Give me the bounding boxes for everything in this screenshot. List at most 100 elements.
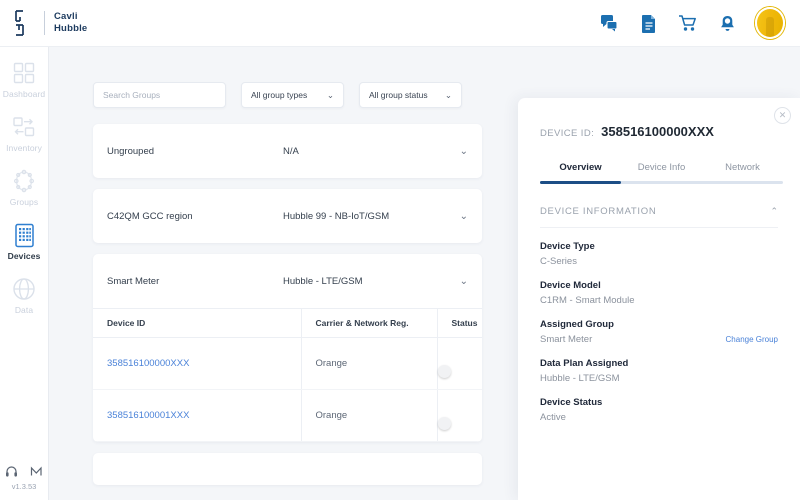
- search-groups-input[interactable]: [93, 82, 226, 108]
- sidebar-footer: v1.3.53: [0, 464, 49, 500]
- close-icon[interactable]: ✕: [774, 107, 791, 124]
- group-card-header[interactable]: Smart Meter Hubble - LTE/GSM ⌄: [93, 254, 482, 308]
- field-device-status: Device Status Active: [540, 397, 778, 423]
- sidebar-footer-icons: [5, 464, 44, 478]
- field-value: Smart Meter: [540, 334, 592, 345]
- cell-carrier: Orange: [301, 390, 437, 442]
- field-device-model: Device Model C1RM - Smart Module: [540, 280, 778, 306]
- device-id-link[interactable]: 358516100001XXX: [107, 410, 189, 421]
- chat-icon[interactable]: [599, 12, 621, 34]
- mail-icon[interactable]: [30, 464, 44, 478]
- table-row[interactable]: 358516100001XXX Orange: [93, 390, 482, 442]
- chevron-down-icon[interactable]: ⌄: [460, 146, 468, 157]
- field-row: Active: [540, 412, 778, 423]
- group-card-list: Ungrouped N/A ⌄ C42QM GCC region Hubble …: [93, 124, 482, 496]
- cavli-bracket-logo-icon: [12, 8, 38, 38]
- group-status-select[interactable]: All group status ⌄: [359, 82, 462, 108]
- section-header[interactable]: DEVICE INFORMATION ⌃: [540, 206, 778, 217]
- device-id-label: DEVICE ID:: [540, 128, 594, 139]
- column-header-status: Status: [437, 309, 482, 338]
- field-assigned-group: Assigned Group Smart Meter Change Group: [540, 319, 778, 345]
- table-row[interactable]: 358516100000XXX Orange: [93, 338, 482, 390]
- device-information-section: DEVICE INFORMATION ⌃ Device Type C-Serie…: [540, 206, 778, 423]
- group-name: Ungrouped: [107, 146, 283, 157]
- chevron-down-icon: ⌄: [445, 90, 452, 101]
- cell-carrier: Orange: [301, 338, 437, 390]
- field-label: Data Plan Assigned: [540, 358, 778, 369]
- change-group-link[interactable]: Change Group: [726, 335, 778, 344]
- tab-device-info[interactable]: Device Info: [621, 162, 702, 181]
- chevron-down-icon[interactable]: ⌄: [460, 211, 468, 222]
- app-version: v1.3.53: [12, 482, 37, 491]
- device-id-value: 358516100000XXX: [601, 124, 714, 139]
- groups-circle-icon: [11, 168, 37, 194]
- field-value: Active: [540, 412, 566, 423]
- cell-device-id: 358516100001XXX: [93, 390, 301, 442]
- field-label: Device Model: [540, 280, 778, 291]
- sidebar-item-data[interactable]: Data: [0, 276, 49, 315]
- field-row: C1RM - Smart Module: [540, 295, 778, 306]
- group-plan: N/A: [283, 146, 460, 157]
- chevron-down-icon: ⌄: [327, 90, 334, 101]
- group-type-select[interactable]: All group types ⌄: [241, 82, 344, 108]
- group-plan: Hubble - LTE/GSM: [283, 276, 460, 287]
- group-card: C42QM GCC region Hubble 99 - NB-IoT/GSM …: [93, 189, 482, 243]
- group-card-expanded: Smart Meter Hubble - LTE/GSM ⌄ Device ID…: [93, 254, 482, 442]
- group-card-partial[interactable]: [93, 453, 482, 485]
- chevron-down-icon[interactable]: ⌄: [460, 276, 468, 287]
- brand-line-1: Cavli: [54, 11, 78, 22]
- device-detail-panel: ✕ DEVICE ID: 358516100000XXX Overview De…: [518, 98, 800, 500]
- sidebar-item-inventory[interactable]: Inventory: [0, 114, 49, 153]
- sidebar-item-groups[interactable]: Groups: [0, 168, 49, 207]
- field-value: Hubble - LTE/GSM: [540, 373, 620, 384]
- cell-status: [437, 338, 482, 390]
- group-plan: Hubble 99 - NB-IoT/GSM: [283, 211, 460, 222]
- sidebar: Dashboard Inventory: [0, 47, 49, 500]
- document-icon[interactable]: [638, 12, 660, 34]
- group-type-value: All group types: [251, 90, 313, 100]
- user-avatar[interactable]: [755, 7, 785, 39]
- cell-status: [437, 390, 482, 442]
- tab-indicator-rail: [540, 181, 783, 184]
- panel-tabs: Overview Device Info Network: [540, 162, 783, 181]
- field-data-plan-assigned: Data Plan Assigned Hubble - LTE/GSM: [540, 358, 778, 384]
- brand-logo[interactable]: Cavli Hubble: [0, 8, 165, 38]
- topbar-icon-group: [599, 7, 800, 39]
- toggle-knob: [438, 417, 451, 430]
- tab-active-indicator: [540, 181, 621, 184]
- dashboard-grid-icon: [11, 60, 37, 86]
- device-table-body: 358516100000XXX Orange 358516100001XXX: [93, 338, 482, 442]
- column-header-device-id: Device ID: [93, 309, 301, 338]
- sidebar-item-label: Devices: [8, 251, 41, 261]
- sidebar-item-label: Groups: [10, 197, 38, 207]
- tab-overview[interactable]: Overview: [540, 162, 621, 181]
- inventory-transfer-icon: [11, 114, 37, 140]
- group-card-header[interactable]: Ungrouped N/A ⌄: [93, 124, 482, 178]
- table-header-row: Device ID Carrier & Network Reg. Status: [93, 309, 482, 338]
- group-card-header[interactable]: C42QM GCC region Hubble 99 - NB-IoT/GSM …: [93, 189, 482, 243]
- cell-device-id: 358516100000XXX: [93, 338, 301, 390]
- device-table-head: Device ID Carrier & Network Reg. Status: [93, 309, 482, 338]
- field-row: C-Series: [540, 256, 778, 267]
- sidebar-item-label: Data: [15, 305, 33, 315]
- tab-network[interactable]: Network: [702, 162, 783, 181]
- field-label: Assigned Group: [540, 319, 778, 330]
- chevron-up-icon[interactable]: ⌃: [770, 206, 778, 217]
- field-value: C-Series: [540, 256, 577, 267]
- device-id-link[interactable]: 358516100000XXX: [107, 358, 189, 369]
- app-root: Cavli Hubble: [0, 0, 800, 500]
- sidebar-item-label: Dashboard: [3, 89, 45, 99]
- sidebar-item-label: Inventory: [6, 143, 42, 153]
- field-device-type: Device Type C-Series: [540, 241, 778, 267]
- bell-icon[interactable]: [716, 12, 738, 34]
- sidebar-item-dashboard[interactable]: Dashboard: [0, 60, 49, 99]
- headset-support-icon[interactable]: [5, 464, 19, 478]
- sidebar-item-devices[interactable]: Devices: [0, 222, 49, 261]
- device-table: Device ID Carrier & Network Reg. Status …: [93, 308, 482, 442]
- cart-icon[interactable]: [677, 12, 699, 34]
- data-globe-icon: [11, 276, 37, 302]
- logo-divider: [44, 11, 45, 35]
- group-card: Ungrouped N/A ⌄: [93, 124, 482, 178]
- panel-title: DEVICE ID: 358516100000XXX: [518, 98, 800, 139]
- field-label: Device Type: [540, 241, 778, 252]
